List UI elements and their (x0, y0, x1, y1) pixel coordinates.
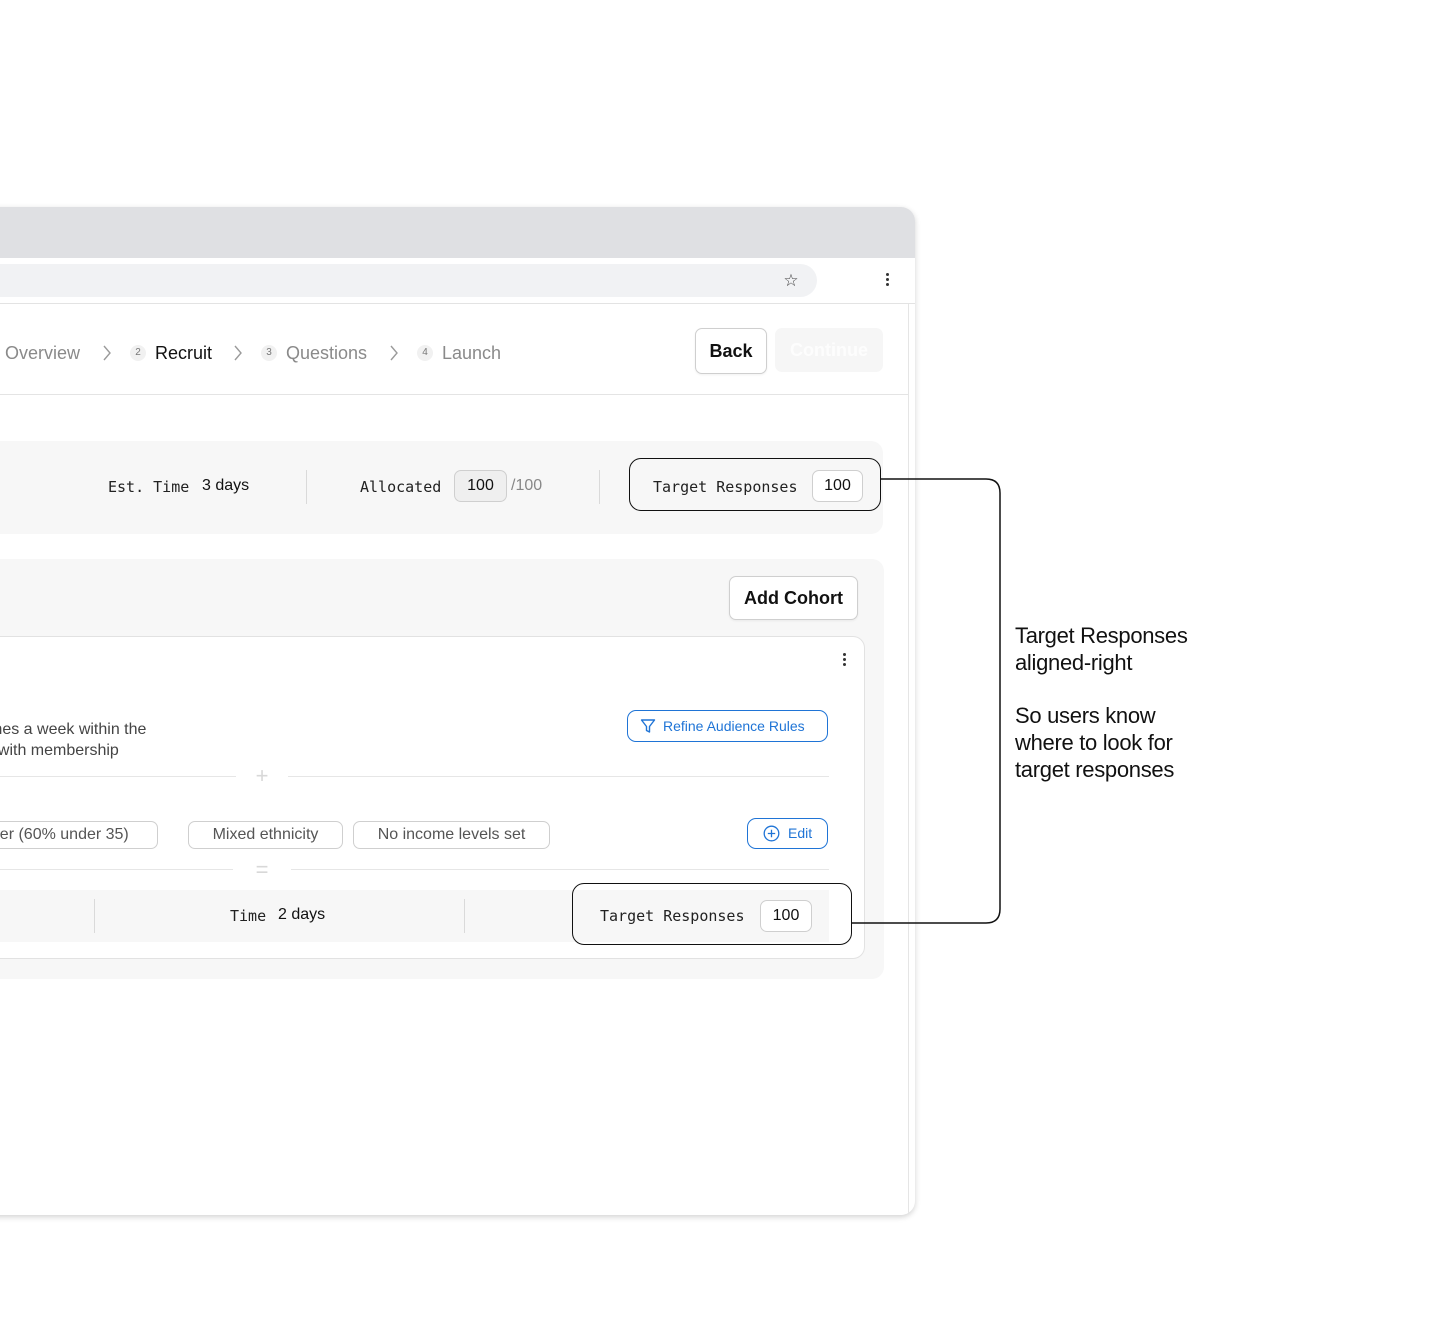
annotation-line: target responses (1015, 757, 1175, 782)
annotation-line: So users know (1015, 703, 1156, 728)
annotation-line: aligned-right (1015, 650, 1133, 675)
annotation-note: Target Responses aligned-right So users … (1015, 622, 1188, 783)
annotation-bracket (851, 478, 1001, 924)
annotation-line: Target Responses (1015, 623, 1188, 648)
annotation-line: where to look for (1015, 730, 1173, 755)
